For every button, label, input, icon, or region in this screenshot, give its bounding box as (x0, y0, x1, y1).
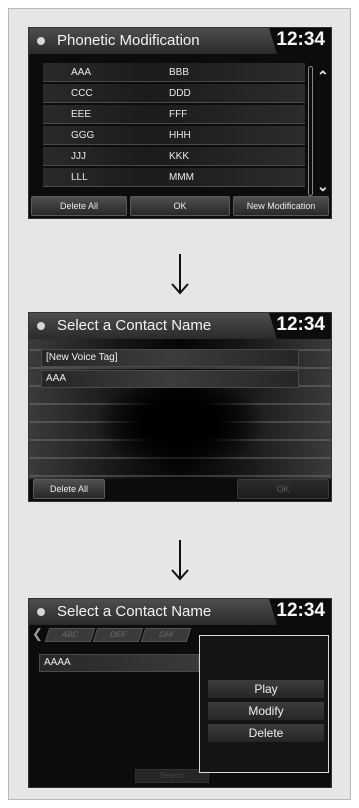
phonetic-name: FFF (169, 109, 188, 120)
contact-name: EEE (71, 109, 92, 120)
screen-title: Phonetic Modification (57, 32, 200, 49)
list-item[interactable]: AAA (41, 370, 299, 388)
dot-icon (37, 322, 45, 330)
select-contact-screen: Select a Contact Name 12:34 [New Voice T… (28, 312, 332, 502)
delete-all-button[interactable]: Delete All (33, 479, 105, 499)
clock: 12:34 (276, 29, 325, 50)
contact-name: CCC (71, 88, 93, 99)
screen-title: Select a Contact Name (57, 317, 212, 334)
options-popup: Play Modify Delete (199, 635, 329, 773)
contact-name: JJJ (71, 151, 86, 162)
contact-name: AAA (71, 67, 92, 78)
title-bar: Select a Contact Name 12:34 (29, 313, 331, 339)
tab-abc[interactable]: ABC (44, 628, 96, 642)
tab-ghi[interactable]: GHI (140, 628, 192, 642)
contact-name: LLL (71, 172, 88, 183)
dot-icon (37, 37, 45, 45)
double-chevron-up-icon[interactable]: ⌃⌃ (317, 68, 331, 85)
ok-button[interactable]: OK (130, 196, 230, 216)
list-item[interactable]: GGG HHH (43, 126, 305, 145)
list-item[interactable]: CCC DDD (43, 84, 305, 103)
phonetic-name: MMM (169, 172, 194, 183)
phonetic-name: KKK (169, 151, 190, 162)
down-arrow-icon (171, 540, 189, 581)
double-chevron-down-icon[interactable]: ⌄⌄ (317, 178, 331, 195)
clock: 12:34 (276, 314, 325, 335)
button-bar: Delete All OK New Modification (31, 196, 329, 216)
scrollbar[interactable] (308, 66, 313, 196)
screen-title: Select a Contact Name (57, 603, 212, 620)
search-button[interactable]: Search (135, 769, 209, 783)
phonetic-list: AAA BBB CCC DDD EEE FFF GGG HHH JJJ KKK … (43, 63, 305, 189)
dot-icon (37, 608, 45, 616)
play-button[interactable]: Play (208, 680, 324, 698)
delete-all-button[interactable]: Delete All (31, 196, 127, 216)
phonetic-name: BBB (169, 67, 190, 78)
contact-name: GGG (71, 130, 95, 141)
clock: 12:34 (276, 600, 325, 621)
list-item[interactable]: AAA BBB (43, 63, 305, 82)
phonetic-name: HHH (169, 130, 191, 141)
ok-button[interactable]: OK (237, 479, 329, 499)
select-contact-popup-screen: Select a Contact Name 12:34 ❮ ABC DEF GH… (28, 598, 332, 788)
button-bar: Delete All OK (31, 479, 329, 499)
title-bar: Select a Contact Name 12:34 (29, 599, 331, 625)
down-arrow-icon (171, 254, 189, 295)
list-item[interactable]: JJJ KKK (43, 147, 305, 166)
new-modification-button[interactable]: New Modification (233, 196, 329, 216)
modify-button[interactable]: Modify (208, 702, 324, 720)
title-bar: Phonetic Modification 12:34 (29, 28, 331, 54)
list-item[interactable]: EEE FFF (43, 105, 305, 124)
list-item[interactable]: [New Voice Tag] (41, 349, 299, 367)
phonetic-modification-screen: Phonetic Modification 12:34 AAA BBB CCC … (28, 27, 332, 219)
back-chevron-icon[interactable]: ❮ (32, 626, 43, 642)
delete-button[interactable]: Delete (208, 724, 324, 742)
phonetic-name: DDD (169, 88, 191, 99)
tab-def[interactable]: DEF (92, 628, 144, 642)
list-item[interactable]: AAAA (39, 654, 199, 672)
list-item[interactable]: LLL MMM (43, 168, 305, 187)
